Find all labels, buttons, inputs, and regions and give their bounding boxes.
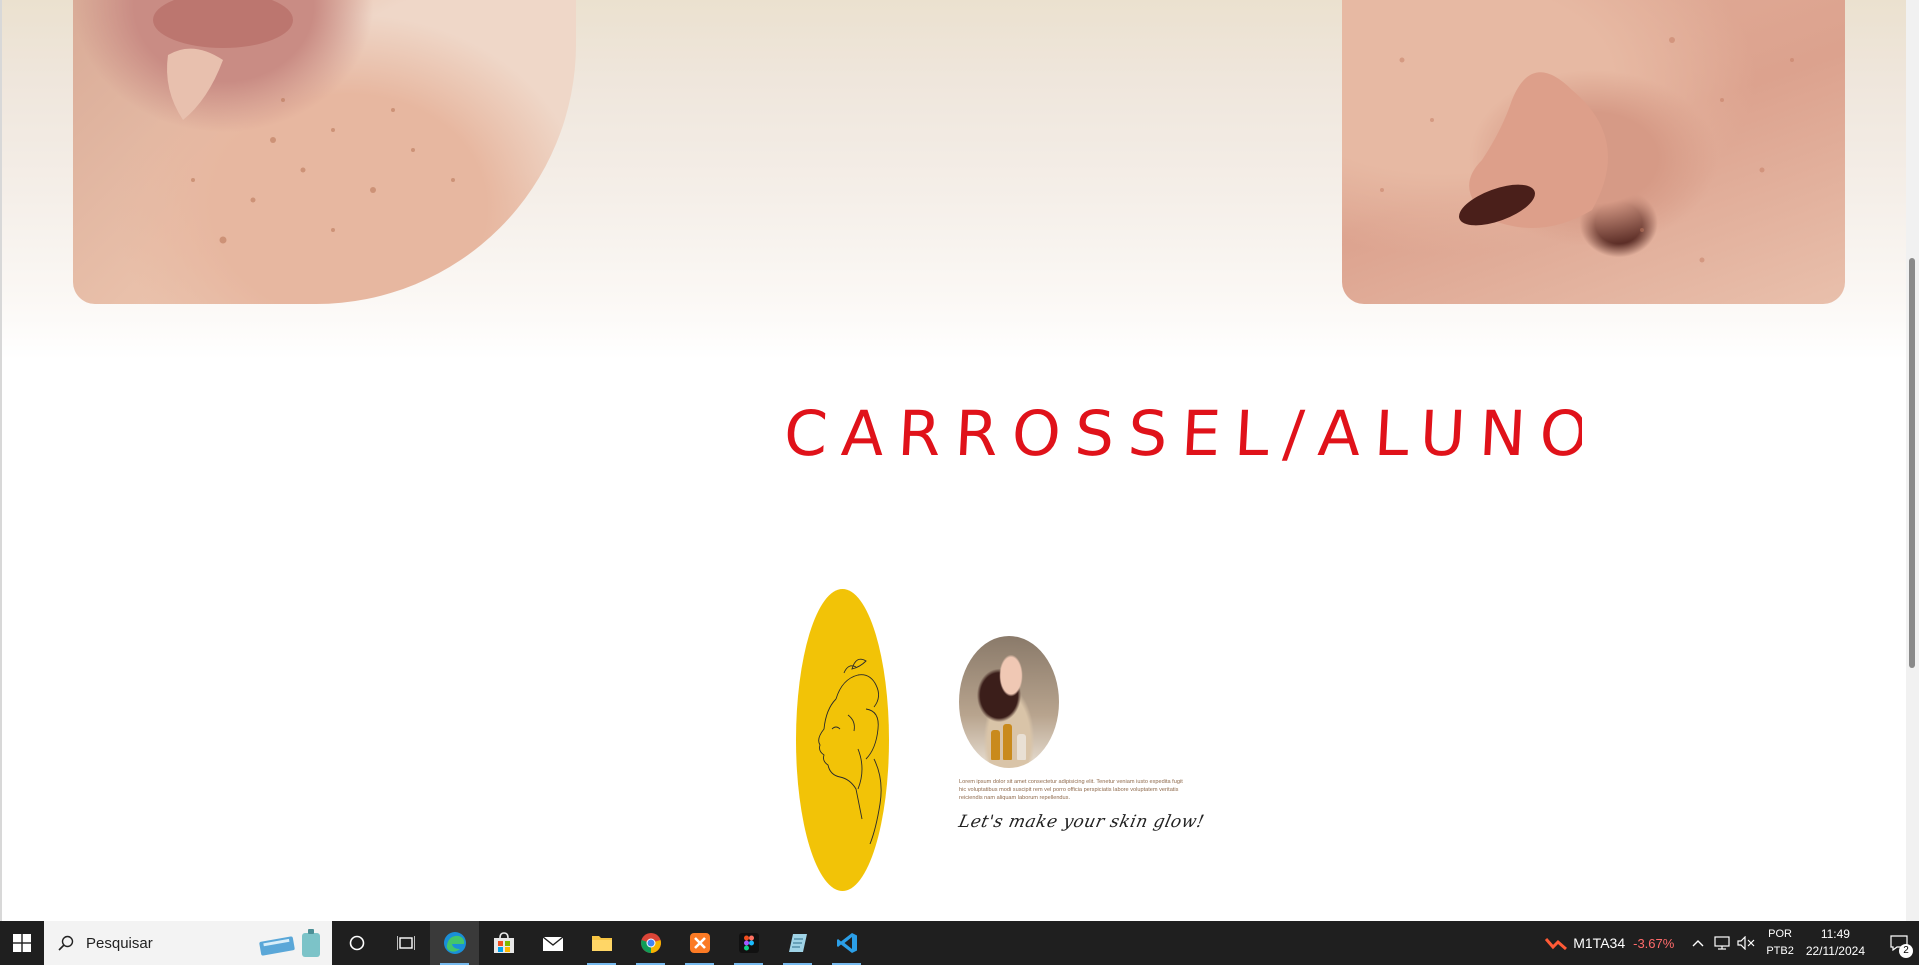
travel-suitcase-icon [259,929,320,957]
stock-symbol: M1TA34 [1573,935,1626,951]
language-code: POR [1768,928,1792,940]
chevron-up-icon [1692,940,1704,947]
page-scrollbar[interactable] [1906,0,1919,921]
windows-logo-icon [13,934,31,952]
handwritten-annotation: CARROSSEL/ALUNO [782,397,1582,470]
student-bio-text: Lorem ipsum dolor sit amet consectetur a… [959,779,1183,801]
volume-muted-icon [1737,936,1755,950]
chrome-icon [640,933,661,953]
task-view-button[interactable] [381,921,430,965]
student-avatar [959,636,1059,768]
taskbar-edge[interactable] [430,921,479,965]
network-icon [1714,936,1730,950]
taskbar-notepad[interactable] [773,921,822,965]
stock-change: -3.67% [1633,935,1675,951]
taskbar-clock[interactable]: 11:49 22/11/2024 [1806,926,1865,960]
system-tray: M1TA34 -3.67% POR PTB2 11:49 22/11/2024 [1545,921,1919,965]
annotation-text: CARROSSEL/ALUNO [782,397,1582,470]
xampp-icon [689,933,710,953]
figma-icon [738,933,759,953]
search-placeholder: Pesquisar [86,934,153,952]
clock-time: 11:49 [1820,927,1850,941]
vscode-icon [836,933,857,953]
windows-taskbar: Pesquisar M1TA34 -3.67% POR PTB2 11:49 2… [0,921,1919,965]
volume-button[interactable] [1734,921,1758,965]
notification-center-button[interactable]: 2 [1879,921,1919,965]
taskbar-mail[interactable] [528,921,577,965]
taskbar-vscode[interactable] [822,921,871,965]
start-button[interactable] [0,921,44,965]
network-button[interactable] [1710,921,1734,965]
skin-photo-shoulder [73,0,576,304]
taskbar-file-explorer[interactable] [577,921,626,965]
taskbar-figma[interactable] [724,921,773,965]
taskbar-chrome[interactable] [626,921,675,965]
notification-count: 2 [1899,944,1913,958]
task-view-icon [396,936,415,950]
clock-date: 22/11/2024 [1805,944,1865,958]
taskbar-xampp[interactable] [675,921,724,965]
search-icon [58,935,74,951]
notepad-icon [788,934,807,952]
face-line-art-icon [818,658,882,845]
edge-icon [443,932,466,954]
keyboard-layout: PTB2 [1766,945,1794,957]
circle-icon [349,935,364,951]
decorative-yellow-ellipse [796,589,889,891]
cortana-button[interactable] [332,921,381,965]
stock-down-icon [1545,938,1568,951]
skin-photo-nose [1342,0,1845,304]
mail-icon [542,936,563,951]
stock-widget[interactable]: M1TA34 -3.67% [1545,935,1674,951]
signature-text: Let's make your skin glow! [956,812,1207,832]
show-hidden-icons-button[interactable] [1686,921,1710,965]
taskbar-microsoft-store[interactable] [479,921,528,965]
store-icon [493,932,514,953]
webpage-viewport: CARROSSEL/ALUNO Lorem ipsum dolor sit am… [0,0,1908,921]
language-indicator[interactable]: POR PTB2 [1766,926,1794,960]
scrollbar-thumb[interactable] [1909,258,1915,668]
taskbar-search-box[interactable]: Pesquisar [44,921,332,965]
folder-icon [591,936,612,951]
